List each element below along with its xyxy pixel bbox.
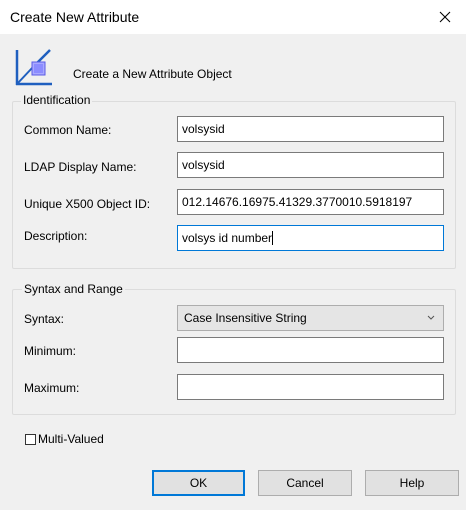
common-name-field[interactable]: volsysid bbox=[177, 116, 444, 142]
text-caret bbox=[272, 231, 274, 245]
title-bar: Create New Attribute bbox=[0, 0, 466, 34]
maximum-field[interactable] bbox=[177, 374, 444, 400]
close-icon bbox=[439, 11, 451, 23]
help-button[interactable]: Help bbox=[365, 470, 459, 496]
minimum-field[interactable] bbox=[177, 337, 444, 363]
cancel-button[interactable]: Cancel bbox=[258, 470, 352, 496]
close-button[interactable] bbox=[430, 3, 460, 31]
syntax-selected-value: Case Insensitive String bbox=[184, 311, 307, 325]
maximum-label: Maximum: bbox=[24, 381, 80, 395]
object-id-field[interactable]: 012.14676.16975.41329.3770010.5918197 bbox=[177, 189, 444, 215]
syntax-label: Syntax: bbox=[24, 312, 65, 326]
ldap-display-name-field[interactable]: volsysid bbox=[177, 152, 444, 178]
syntax-dropdown[interactable]: Case Insensitive String bbox=[177, 305, 444, 331]
header-text: Create a New Attribute Object bbox=[73, 67, 232, 81]
description-value: volsys id number bbox=[182, 231, 273, 245]
multi-valued-checkbox[interactable] bbox=[25, 434, 36, 445]
attribute-object-icon bbox=[15, 49, 52, 86]
syntax-range-group-label: Syntax and Range bbox=[22, 282, 125, 296]
ldap-display-name-label: LDAP Display Name: bbox=[24, 160, 137, 174]
object-id-label: Unique X500 Object ID: bbox=[24, 197, 151, 211]
multi-valued-label: Multi-Valued bbox=[38, 432, 104, 446]
minimum-label: Minimum: bbox=[24, 344, 77, 358]
ok-button[interactable]: OK bbox=[152, 470, 245, 496]
window-title: Create New Attribute bbox=[10, 9, 140, 25]
identification-group-label: Identification bbox=[21, 93, 93, 107]
common-name-label: Common Name: bbox=[24, 123, 112, 137]
description-field[interactable]: volsys id number bbox=[177, 225, 444, 251]
description-label: Description: bbox=[24, 229, 88, 243]
chevron-down-icon bbox=[427, 306, 435, 338]
